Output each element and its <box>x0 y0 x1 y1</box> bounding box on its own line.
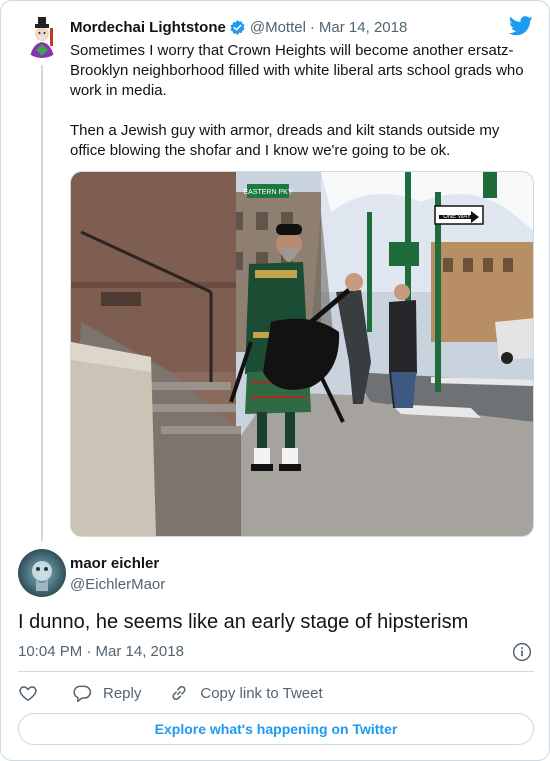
author-handle[interactable]: @EichlerMaor <box>70 576 165 593</box>
quoted-tweet-text: Sometimes I worry that Crown Heights wil… <box>70 42 524 159</box>
quoted-author-avatar[interactable] <box>20 14 64 58</box>
author-name[interactable]: maor eichler <box>70 555 159 572</box>
quoted-author-name[interactable]: Mordechai Lightstone <box>70 19 226 36</box>
link-icon <box>172 685 186 701</box>
reply-button[interactable]: Reply <box>72 683 141 703</box>
reply-label: Reply <box>103 684 142 702</box>
quoted-author-handle[interactable]: @Mottel <box>250 19 306 36</box>
like-button[interactable] <box>18 683 38 703</box>
twitter-logo-icon[interactable] <box>509 15 533 37</box>
thread-line <box>41 65 43 541</box>
reply-icon <box>73 685 92 703</box>
tweet-photo[interactable]: EASTERN PKY ONE WAY <box>70 171 534 537</box>
photo-sign-oneway: ONE WAY <box>443 214 471 220</box>
copy-link-button[interactable]: Copy link to Tweet <box>169 683 323 703</box>
verified-badge-icon <box>230 19 245 35</box>
tweet-text: I dunno, he seems like an early stage of… <box>18 611 469 633</box>
heart-icon <box>19 686 37 701</box>
tweet-embed-card: Mordechai Lightstone @Mottel · Mar 14, 2… <box>0 0 550 761</box>
info-icon[interactable] <box>512 642 532 662</box>
quoted-tweet-header: Mordechai Lightstone @Mottel · Mar 14, 2… <box>70 16 407 38</box>
divider <box>18 671 534 672</box>
meta-separator: · <box>309 18 315 36</box>
author-avatar[interactable] <box>18 549 66 597</box>
tweet-timestamp[interactable]: 10:04 PM · Mar 14, 2018 <box>18 643 184 660</box>
copy-link-label: Copy link to Tweet <box>200 684 323 702</box>
explore-twitter-button[interactable]: Explore what's happening on Twitter <box>18 713 534 745</box>
tweet-actions: Reply Copy link to Tweet <box>18 681 323 705</box>
quoted-tweet-date[interactable]: Mar 14, 2018 <box>319 19 407 36</box>
photo-sign-eastern: EASTERN PKY <box>243 189 292 196</box>
